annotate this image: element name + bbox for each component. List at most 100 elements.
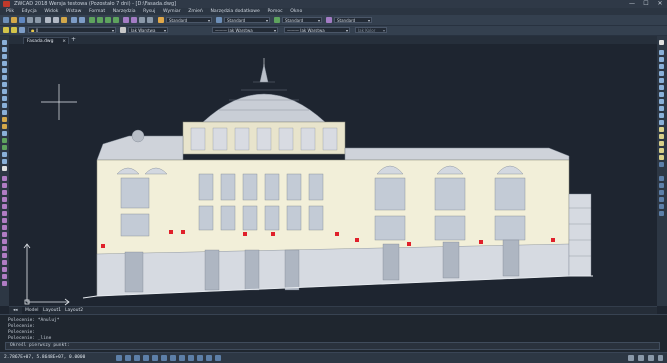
radius-dimension-icon[interactable] (659, 78, 664, 83)
close-button[interactable]: ✕ (654, 0, 666, 8)
zoom-window-icon[interactable] (105, 17, 111, 23)
help-icon[interactable] (147, 17, 153, 23)
array-icon[interactable] (2, 204, 7, 209)
gradient-icon[interactable] (2, 145, 7, 150)
mirror-icon[interactable] (2, 190, 7, 195)
dimension-style-icon[interactable] (659, 162, 664, 167)
region-icon[interactable] (2, 152, 7, 157)
dim-style-select[interactable]: Standard ▾ (224, 17, 270, 23)
tab-fasada-dwg[interactable]: Fasada.dwg × (23, 37, 69, 44)
tool-palette-icon[interactable] (659, 197, 664, 202)
close-panel-icon[interactable] (659, 40, 664, 45)
plot-style-select[interactable]: Jak Kolor ▾ (355, 27, 387, 33)
menu-item-wymiar[interactable]: Wymiar (163, 8, 181, 15)
ordinate-dimension-icon[interactable] (659, 71, 664, 76)
center-mark-icon[interactable] (659, 134, 664, 139)
dynamic-ucs-icon[interactable] (170, 355, 176, 361)
rotate-icon[interactable] (2, 218, 7, 223)
stretch-icon[interactable] (2, 232, 7, 237)
object-snap-tracking-icon[interactable] (161, 355, 167, 361)
menu-item-edycja[interactable]: Edycja (22, 8, 37, 15)
erase-icon[interactable] (2, 176, 7, 181)
arc-length-icon[interactable] (659, 64, 664, 69)
calculator-icon[interactable] (139, 17, 145, 23)
customize-icon[interactable] (658, 355, 663, 361)
undo-icon[interactable] (71, 17, 77, 23)
drawing-canvas[interactable] (9, 44, 657, 306)
layer-manager-icon[interactable] (3, 27, 9, 33)
linear-dimension-icon[interactable] (659, 50, 664, 55)
insert-block-icon[interactable] (2, 117, 7, 122)
selection-cycling-icon[interactable] (215, 355, 221, 361)
line-icon[interactable] (2, 40, 7, 45)
lineweight-select[interactable]: ——— Jak Warstwa ▾ (284, 27, 350, 33)
menu-item-plik[interactable]: Plik (6, 8, 14, 15)
text-style-select[interactable]: Standard ▾ (166, 17, 212, 23)
ellipse-icon[interactable] (2, 103, 7, 108)
tab-model[interactable]: Model (22, 307, 42, 314)
menu-item-pomoc[interactable]: Pomoc (267, 8, 282, 15)
open-file-icon[interactable] (11, 17, 17, 23)
pan-icon[interactable] (89, 17, 95, 23)
workspace-switch-icon[interactable] (638, 355, 644, 361)
tab-layout2[interactable]: Layout2 (65, 307, 83, 314)
copy-object-icon[interactable] (2, 183, 7, 188)
table-icon[interactable] (2, 159, 7, 164)
sheet-set-icon[interactable] (659, 211, 664, 216)
layer-previous-icon[interactable] (19, 27, 25, 33)
object-snap-icon[interactable] (152, 355, 158, 361)
revision-cloud-icon[interactable] (2, 89, 7, 94)
print-icon[interactable] (27, 17, 33, 23)
baseline-dimension-icon[interactable] (659, 113, 664, 118)
menu-item-zmien[interactable]: Zmień (188, 8, 203, 15)
external-references-icon[interactable] (659, 204, 664, 209)
nav-first-icon[interactable]: ◂◂ (13, 307, 18, 314)
angular-dimension-icon[interactable] (659, 99, 664, 104)
point-icon[interactable] (2, 131, 7, 136)
multileader-style-select[interactable]: Standard ▾ (334, 17, 372, 23)
scale-icon[interactable] (2, 225, 7, 230)
save-icon[interactable] (19, 17, 25, 23)
menu-item-wstaw[interactable]: Wstaw (66, 8, 81, 15)
explode-icon[interactable] (2, 281, 7, 286)
ortho-mode-icon[interactable] (134, 355, 140, 361)
offset-icon[interactable] (2, 197, 7, 202)
tolerance-icon[interactable] (659, 127, 664, 132)
menu-item-widok[interactable]: Widok (44, 8, 58, 15)
annotation-scale-icon[interactable] (628, 355, 634, 361)
move-icon[interactable] (2, 211, 7, 216)
properties-icon[interactable] (123, 17, 129, 23)
spline-icon[interactable] (2, 96, 7, 101)
new-file-icon[interactable] (3, 17, 9, 23)
dimension-text-edit-icon[interactable] (659, 148, 664, 153)
menu-item-format[interactable]: Format (89, 8, 105, 15)
quick-dimension-icon[interactable] (659, 106, 664, 111)
quick-properties-icon[interactable] (206, 355, 212, 361)
polyline-icon[interactable] (2, 54, 7, 59)
tab-layout1[interactable]: Layout1 (43, 307, 61, 314)
block-panel-icon[interactable] (659, 190, 664, 195)
menu-item-rysuj[interactable]: Rysuj (143, 8, 155, 15)
clean-screen-icon[interactable] (648, 355, 654, 361)
polygon-icon[interactable] (2, 61, 7, 66)
fillet-icon[interactable] (2, 274, 7, 279)
aligned-dimension-icon[interactable] (659, 57, 664, 62)
layers-panel-icon[interactable] (659, 183, 664, 188)
menu-item-okno[interactable]: Okno (290, 8, 302, 15)
multiline-text-icon[interactable] (2, 166, 7, 171)
paste-icon[interactable] (61, 17, 67, 23)
chamfer-icon[interactable] (2, 267, 7, 272)
polar-tracking-icon[interactable] (143, 355, 149, 361)
snap-mode-icon[interactable] (116, 355, 122, 361)
hatch-icon[interactable] (2, 138, 7, 143)
construction-line-icon[interactable] (2, 47, 7, 52)
ellipse-arc-icon[interactable] (2, 110, 7, 115)
zwcad-logo-icon[interactable] (3, 1, 10, 7)
make-block-icon[interactable] (2, 124, 7, 129)
dimension-update-icon[interactable] (659, 155, 664, 160)
rectangle-icon[interactable] (2, 68, 7, 73)
layer-select[interactable]: ● 0 ▾ (28, 27, 116, 33)
menu-item-narzedzia[interactable]: Narzędzia (113, 8, 136, 15)
copy-icon[interactable] (53, 17, 59, 23)
zoom-previous-icon[interactable] (113, 17, 119, 23)
